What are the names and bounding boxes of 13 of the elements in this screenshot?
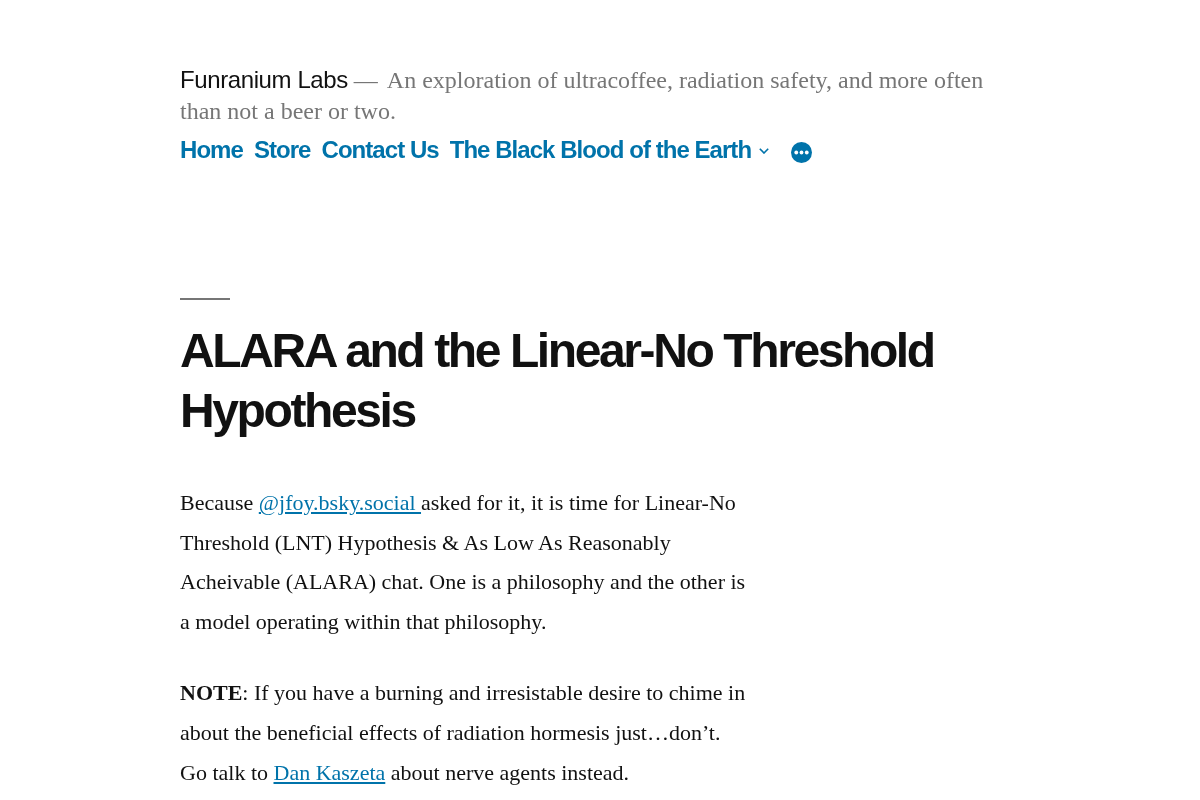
body-paragraph: Because @jfoy.bsky.social asked for it, it is time for Linear-No Threshold (LNT) Hypothesis & As Low As Reasonably Acheivable (ALARA) chat. One is a philosophy and the other is a model operating within that philosophy. [180,489,747,636]
nav-link[interactable]: Contact Us [321,133,439,167]
site-title-link[interactable]: Funranium Labs [180,66,348,93]
article-title: ALARA and the Linear-No Threshold Hypothesis [180,323,935,439]
nav-link[interactable]: Store [253,133,311,167]
nav-link[interactable]: Home [180,133,243,167]
site-header-text: Funranium Labs — An exploration of ultracoffee, radiation safety, and more often than not a beer or two. [180,65,985,126]
chevron-down-icon[interactable] [759,148,770,154]
body-paragraph: NOTE: If you have a burning and irresistable desire to chime in about the beneficial effects of radiation hormesis just…don’t. Go talk to Dan Kaszeta about nerve agents instead. [180,679,747,787]
text-link[interactable]: Dan Kaszeta [273,759,386,785]
nav-link[interactable]: The Black Blood of the Earth [449,133,752,167]
more-icon[interactable] [791,141,813,163]
text-link[interactable]: @jfoy.bsky.social [258,490,421,515]
